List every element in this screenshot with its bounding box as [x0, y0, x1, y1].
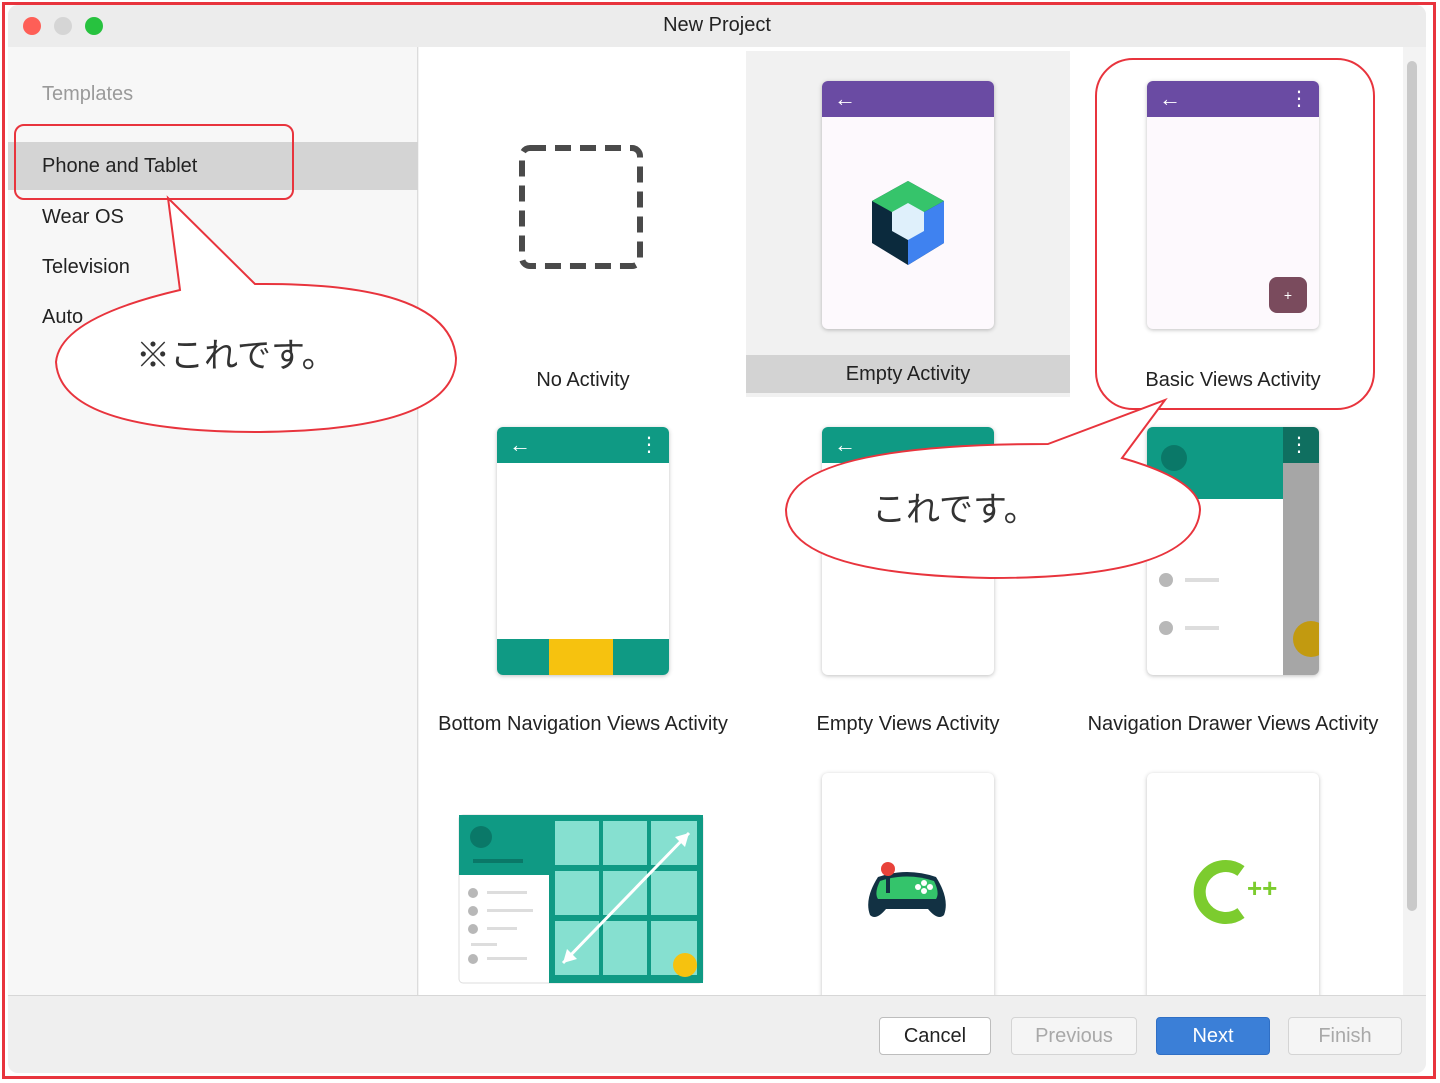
callout-text-left: ※これです。 [136, 336, 336, 376]
annotation-callouts [54, 195, 1202, 580]
callout-text-right: これです。 [872, 490, 1038, 530]
callout-bubble-left [54, 195, 458, 434]
